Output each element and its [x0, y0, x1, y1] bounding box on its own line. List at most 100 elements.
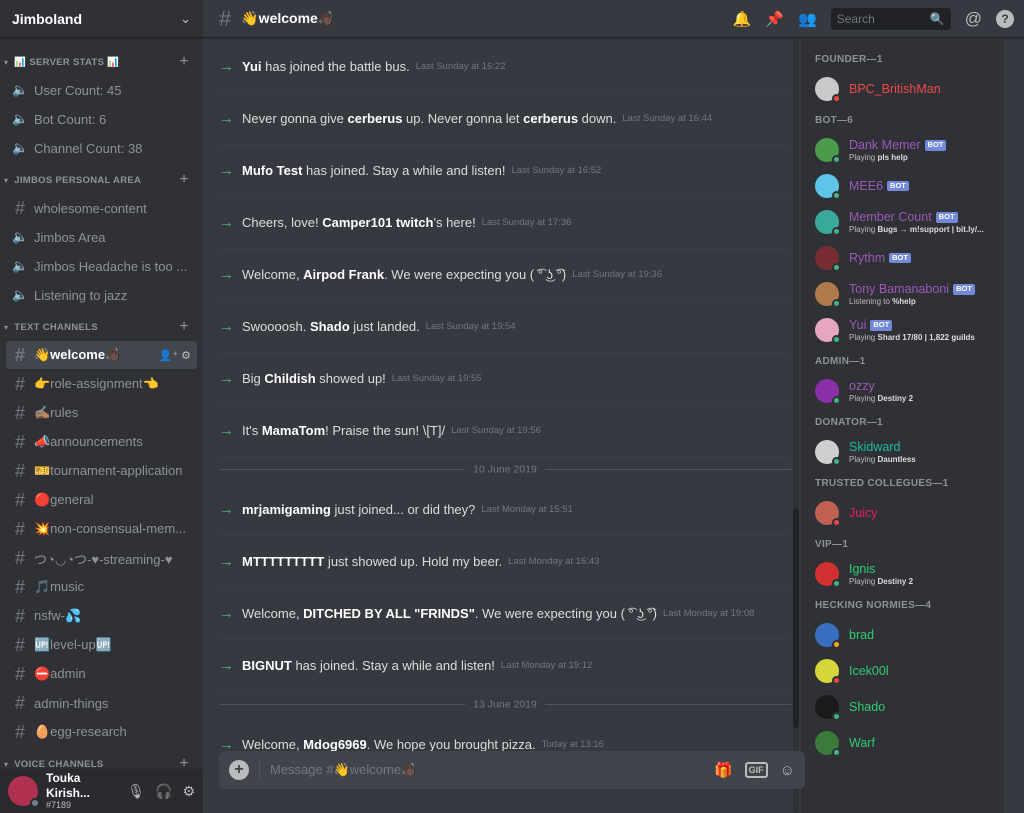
member-item[interactable]: Rythm BOT — [815, 240, 1004, 276]
status-indicator — [30, 798, 40, 808]
member-item[interactable]: BPC_BritishMan — [815, 71, 1004, 107]
message-pre: Welcome, — [242, 737, 304, 752]
message-text: Yui has joined the battle bus. — [242, 59, 410, 74]
member-name: BPC_BritishMan — [849, 81, 941, 96]
channel-item[interactable]: 🔈 Bot Count: 6 — [6, 105, 197, 133]
help-icon[interactable]: ? — [996, 9, 1014, 28]
channel-title: 👋welcome👋🏿 — [241, 10, 336, 26]
message-username[interactable]: Camper101 twitch — [322, 215, 433, 230]
gif-button[interactable]: GIF — [744, 762, 768, 778]
join-message: → Never gonna give cerberus up. Never gon… — [219, 93, 791, 145]
bot-badge: BOT — [935, 212, 958, 223]
member-item[interactable]: Icek00l — [815, 653, 1004, 689]
invite-settings-icons[interactable]: 👤⁺ ⚙ — [159, 349, 191, 362]
member-category: HECKING NORMIES—4 — [815, 600, 932, 611]
hash-icon: # — [14, 461, 25, 481]
channel-item[interactable]: # 💥non-consensual-mem... — [6, 515, 197, 543]
pin-icon[interactable]: 📌 — [765, 10, 784, 28]
add-channel-icon[interactable]: + — [179, 318, 189, 336]
member-info: Yui BOT Playing Shard 17/80 | 1,822 guilds — [849, 318, 975, 342]
message-username[interactable]: cerberus — [523, 111, 578, 126]
headphones-icon[interactable]: 🎧 — [155, 783, 172, 800]
add-channel-icon[interactable]: + — [179, 171, 189, 189]
avatar — [815, 731, 841, 757]
channel-item[interactable]: # admin-things — [6, 689, 197, 717]
message-username[interactable]: Yui — [242, 59, 262, 74]
message-username[interactable]: MamaTom — [262, 423, 325, 438]
upload-plus-icon[interactable]: + — [229, 760, 249, 780]
channel-item[interactable]: # 🔴general — [6, 486, 197, 514]
username: Touka Kirish... — [46, 771, 91, 800]
member-item[interactable]: Juicy — [815, 495, 1004, 531]
member-name: ozzy — [849, 379, 875, 394]
channel-item[interactable]: # つ◔◡◔つ-♥-streaming-♥ — [6, 544, 197, 572]
category-text-channels[interactable]: ▾ TEXT CHANNELS + — [0, 318, 203, 336]
message-username[interactable]: mrjamigaming — [242, 502, 331, 517]
channel-item[interactable]: # 🆙level-up🆙 — [6, 631, 197, 659]
member-item[interactable]: Yui BOT Playing Shard 17/80 | 1,822 guilds — [815, 312, 1004, 348]
gift-icon[interactable]: 🎁 — [714, 761, 733, 779]
emoji-icon[interactable]: ☺ — [780, 762, 795, 779]
message-username[interactable]: BIGNUT — [242, 658, 292, 673]
message-username[interactable]: Mufo Test — [242, 163, 302, 178]
member-item[interactable]: Warf — [815, 725, 1004, 761]
server-header[interactable]: Jimboland ⌄ — [0, 0, 203, 38]
members-icon[interactable]: 👥 — [798, 10, 817, 28]
avatar[interactable] — [8, 776, 40, 808]
message-username[interactable]: cerberus — [348, 111, 403, 126]
chevron-down-icon[interactable]: ⌄ — [180, 11, 191, 27]
message-username[interactable]: DITCHED BY ALL "FRINDS" — [303, 606, 475, 621]
channel-item[interactable]: # 🎵music — [6, 573, 197, 601]
channel-item[interactable]: 🔈 Jimbos Headache is too ... — [6, 252, 197, 280]
hash-icon: # — [14, 374, 25, 394]
search-input[interactable]: Search 🔍 — [830, 7, 951, 30]
member-item[interactable]: brad — [815, 617, 1004, 653]
member-activity: Playing Destiny 2 — [849, 577, 913, 586]
bell-icon[interactable]: 🔔 — [733, 10, 752, 28]
member-item[interactable]: Ignis Playing Destiny 2 — [815, 556, 1004, 592]
member-item[interactable]: ozzy Playing Destiny 2 — [815, 373, 1004, 409]
channel-item[interactable]: 🔈 User Count: 45 — [6, 76, 197, 104]
category-personal-area[interactable]: ▾ JIMBOS PERSONAL AREA + — [0, 171, 203, 189]
member-item[interactable]: Skidward Playing Dauntless — [815, 434, 1004, 470]
channel-item[interactable]: # 🎫tournament-application — [6, 457, 197, 485]
channel-name: 🎫tournament-application — [34, 463, 183, 478]
channel-item[interactable]: # ✍🏽rules — [6, 399, 197, 427]
channel-item[interactable]: # 📣announcements — [6, 428, 197, 456]
message-username[interactable]: Airpod Frank — [303, 267, 384, 282]
channel-item[interactable]: # 👋welcome👋🏿 👤⁺ ⚙ — [6, 341, 197, 369]
message-text: Never gonna give cerberus up. Never gonn… — [242, 111, 616, 126]
channel-name: 💥non-consensual-mem... — [34, 521, 187, 536]
status-indicator — [832, 94, 841, 103]
message-input[interactable]: Message #👋welcome👋🏿 — [270, 762, 417, 778]
divider — [259, 759, 260, 781]
message-username[interactable]: Childish — [264, 371, 315, 386]
status-indicator — [832, 712, 841, 721]
member-item[interactable]: Shado — [815, 689, 1004, 725]
gear-icon[interactable]: ⚙ — [182, 783, 195, 800]
message-composer[interactable]: + Message #👋welcome👋🏿 🎁 GIF ☺ — [219, 751, 805, 789]
mention-icon[interactable]: @ — [965, 9, 982, 29]
member-item[interactable]: Member Count BOT Playing Bugs → m!support … — [815, 204, 1004, 240]
channel-item[interactable]: # nsfw-💦 — [6, 602, 197, 630]
member-item[interactable]: MEE6 BOT — [815, 168, 1004, 204]
message-username[interactable]: Mdog6969 — [303, 737, 367, 752]
channel-item[interactable]: # wholesome-content — [6, 194, 197, 222]
message-text: It's MamaTom! Praise the sun! \[T]/ — [242, 423, 445, 438]
add-channel-icon[interactable]: + — [179, 53, 189, 71]
microphone-icon[interactable]: 🎙 — [127, 783, 145, 800]
channel-item[interactable]: 🔈 Channel Count: 38 — [6, 134, 197, 162]
channel-item[interactable]: # 👉role-assignment👈 — [6, 370, 197, 398]
bot-badge: BOT — [870, 320, 893, 331]
channel-item[interactable]: 🔈 Listening to jazz — [6, 281, 197, 309]
member-name: Juicy — [849, 505, 878, 520]
scrollbar-thumb[interactable] — [793, 508, 799, 728]
channel-item[interactable]: # ⛔admin — [6, 660, 197, 688]
message-username[interactable]: Shado — [310, 319, 350, 334]
channel-item[interactable]: 🔈 Jimbos Area — [6, 223, 197, 251]
member-item[interactable]: Dank Memer BOT Playing pls help — [815, 132, 1004, 168]
member-item[interactable]: Tony Bamanaboni BOT Listening to %help — [815, 276, 1004, 312]
channel-item[interactable]: # 🥚egg-research — [6, 718, 197, 746]
category-server-stats[interactable]: ▾ 📊 SERVER STATS 📊 + — [0, 53, 203, 71]
message-username[interactable]: MTTTTTTTTT — [242, 554, 324, 569]
